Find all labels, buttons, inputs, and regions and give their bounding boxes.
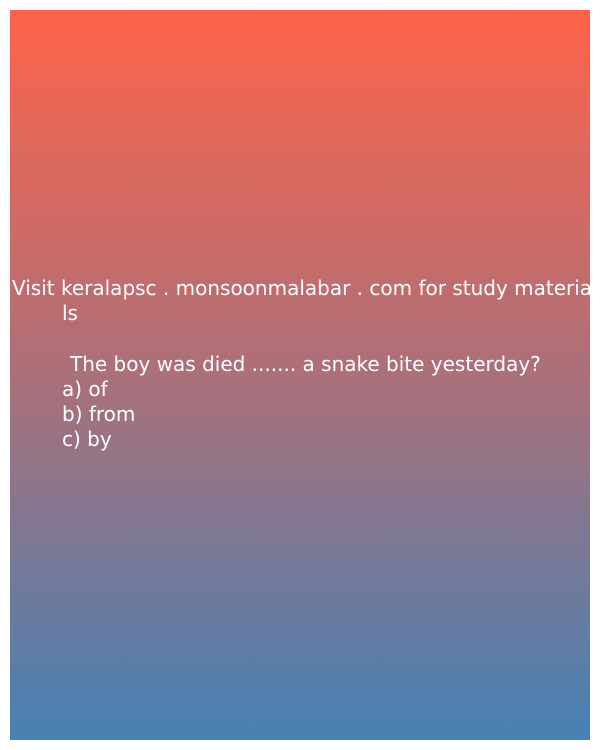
option-b: b) from [62,402,136,426]
question-card: Visit keralapsc . monsoonmalabar . com f… [10,10,590,740]
question-text: The boy was died ....... a snake bite ye… [70,352,541,376]
option-c: c) by [62,427,112,451]
option-a: a) of [62,377,108,401]
promo-text-line-1: Visit keralapsc . monsoonmalabar . com f… [12,276,590,300]
promo-text-line-2: ls [62,301,78,325]
